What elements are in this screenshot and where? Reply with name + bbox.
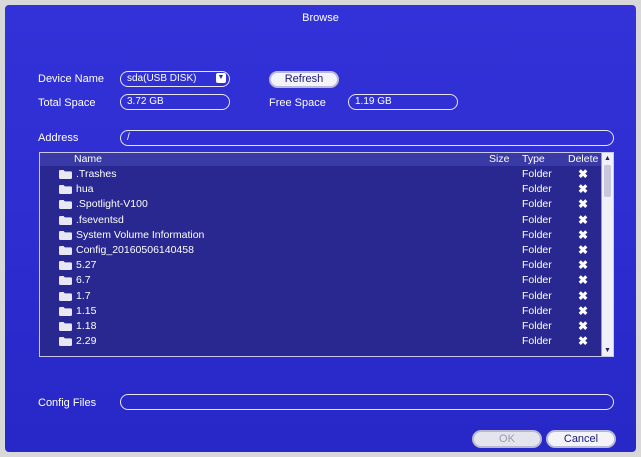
column-delete-header: Delete [568,153,599,165]
file-name: hua [76,183,94,196]
file-type: Folder [522,320,552,332]
delete-icon[interactable]: ✖ [578,289,588,304]
file-type: Folder [522,274,552,287]
file-row[interactable]: .fseventsd Folder ✖ [40,213,603,228]
file-name: .fseventsd [76,213,124,226]
file-type: Folder [522,213,552,226]
folder-icon [59,215,72,225]
file-name-cell: 1.7 [59,289,299,304]
file-name-cell: Config_20160506140458 [59,243,299,258]
folder-icon [59,230,72,240]
delete-icon[interactable]: ✖ [578,334,588,349]
file-list-header: Name Size Type Delete [40,153,603,166]
file-name-cell: 5.27 [59,258,299,273]
file-row[interactable]: 1.15 Folder ✖ [40,304,603,319]
file-row[interactable]: .Spotlight-V100 Folder ✖ [40,197,603,212]
file-type: Folder [522,335,552,348]
config-files-label: Config Files [38,397,97,409]
file-type: Folder [522,244,552,256]
cancel-button[interactable]: Cancel [546,430,616,448]
delete-icon[interactable]: ✖ [578,319,588,334]
file-type: Folder [522,198,552,211]
file-name-cell: 1.18 [59,319,299,334]
dialog-title: Browse [302,12,339,24]
file-row[interactable]: 1.7 Folder ✖ [40,289,603,304]
file-row[interactable]: 2.29 Folder ✖ [40,334,603,349]
file-type: Folder [522,289,552,302]
file-row[interactable]: Config_20160506140458 Folder ✖ [40,243,603,258]
file-row[interactable]: System Volume Information Folder ✖ [40,228,603,243]
folder-icon [59,261,72,271]
column-type-header: Type [522,153,545,165]
file-name-cell: .fseventsd [59,213,299,228]
file-name: 1.7 [76,289,91,302]
file-type: Folder [522,168,552,180]
device-name-label: Device Name [38,73,105,85]
folder-icon [59,185,72,195]
device-name-select[interactable]: sda(USB DISK) ▼ [120,71,230,87]
scroll-thumb[interactable] [604,165,611,197]
ok-button[interactable]: OK [472,430,542,448]
folder-icon [59,170,72,179]
delete-icon[interactable]: ✖ [578,228,588,243]
delete-icon[interactable]: ✖ [578,197,588,212]
file-name: .Trashes [76,168,117,180]
folder-icon [59,200,72,210]
folder-icon [59,276,72,286]
file-name-cell: 1.15 [59,304,299,319]
delete-icon[interactable]: ✖ [578,213,588,228]
delete-icon[interactable]: ✖ [578,243,588,258]
file-type: Folder [522,259,552,272]
file-row[interactable]: 6.7 Folder ✖ [40,273,603,288]
file-name-cell: .Spotlight-V100 [59,197,299,212]
free-space-field: 1.19 GB [348,94,458,110]
chevron-down-icon: ▼ [216,73,226,83]
total-space-field: 3.72 GB [120,94,230,110]
delete-icon[interactable]: ✖ [578,304,588,319]
file-type: Folder [522,228,552,241]
delete-icon[interactable]: ✖ [578,167,588,182]
scroll-down-icon[interactable]: ▼ [603,346,612,355]
file-name: 2.29 [76,335,97,348]
file-name-cell: .Trashes [59,167,299,182]
file-name: 1.18 [76,320,97,332]
file-name-cell: 6.7 [59,273,299,288]
address-label: Address [38,132,79,144]
column-size-header: Size [489,153,510,165]
folder-icon [59,337,72,347]
file-list-scrollbar[interactable]: ▲ ▼ [601,153,613,356]
file-name-cell: System Volume Information [59,228,299,243]
file-type: Folder [522,304,552,317]
total-space-label: Total Space [38,97,96,109]
folder-icon [59,291,72,301]
file-row[interactable]: hua Folder ✖ [40,182,603,197]
file-row[interactable]: 1.18 Folder ✖ [40,319,603,334]
file-list[interactable]: Name Size Type Delete .Trashes Folder ✖ hua… [39,152,614,357]
delete-icon[interactable]: ✖ [578,258,588,273]
folder-icon [59,246,72,255]
file-name: 6.7 [76,274,91,287]
file-name-cell: hua [59,182,299,197]
file-type: Folder [522,183,552,196]
file-name: 5.27 [76,259,97,272]
column-name-header: Name [74,153,103,165]
delete-icon[interactable]: ✖ [578,273,588,288]
browse-dialog: Browse Device Name sda(USB DISK) ▼ Refre… [5,5,636,452]
config-files-field[interactable] [120,394,614,410]
file-row[interactable]: .Trashes Folder ✖ [40,167,603,182]
folder-icon [59,322,72,331]
file-name: Config_20160506140458 [76,244,194,256]
delete-icon[interactable]: ✖ [578,182,588,197]
refresh-button[interactable]: Refresh [269,71,339,88]
file-row[interactable]: 5.27 Folder ✖ [40,258,603,273]
address-field[interactable]: / [120,130,614,146]
device-name-value: sda(USB DISK) [127,73,197,84]
file-name: System Volume Information [76,228,205,241]
free-space-label: Free Space [269,97,326,109]
file-name: .Spotlight-V100 [76,198,148,211]
scroll-up-icon[interactable]: ▲ [603,154,612,163]
file-name: 1.15 [76,304,97,317]
file-name-cell: 2.29 [59,334,299,349]
folder-icon [59,306,72,316]
